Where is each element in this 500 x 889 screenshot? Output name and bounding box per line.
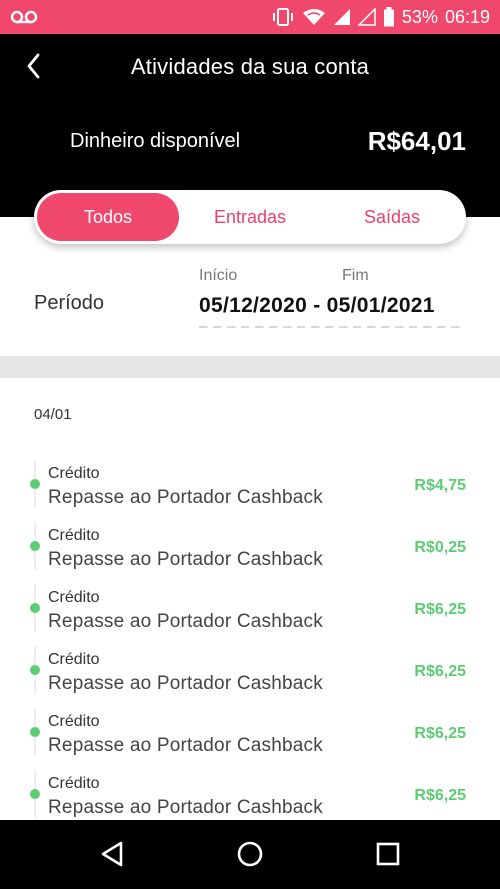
- signal-empty-icon: [357, 8, 376, 26]
- date-group-header: 04/01: [34, 406, 72, 423]
- transaction-item[interactable]: Crédito Repasse ao Portador Cashback R$0…: [0, 514, 500, 576]
- transaction-description: Repasse ao Portador Cashback: [48, 487, 323, 508]
- clock: 06:19: [444, 6, 490, 27]
- filter-tabs: Todos Entradas Saídas: [34, 190, 466, 244]
- square-recents-icon: [375, 841, 401, 872]
- period-underline: [199, 326, 463, 328]
- timeline-dot-icon: [30, 665, 40, 675]
- transaction-type: Crédito: [48, 651, 100, 668]
- back-button[interactable]: [14, 48, 54, 88]
- transaction-amount: R$0,25: [414, 539, 466, 556]
- balance-label: Dinheiro disponível: [70, 130, 241, 152]
- transaction-amount: R$4,75: [414, 477, 466, 494]
- timeline-dot-icon: [30, 603, 40, 613]
- period-date-range[interactable]: 05/12/2020 - 05/01/2021: [199, 294, 435, 318]
- transaction-type: Crédito: [48, 527, 100, 544]
- battery-icon: [383, 7, 395, 27]
- transaction-amount: R$6,25: [414, 663, 466, 680]
- system-nav-bar: [0, 820, 500, 889]
- voicemail-icon: [10, 9, 38, 25]
- timeline-dot-icon: [30, 479, 40, 489]
- transaction-amount: R$6,25: [414, 601, 466, 618]
- transaction-item[interactable]: Crédito Repasse ao Portador Cashback R$6…: [0, 576, 500, 638]
- circle-home-icon: [236, 840, 264, 873]
- status-bar: 53% 06:19: [0, 0, 500, 34]
- transaction-description: Repasse ao Portador Cashback: [48, 673, 323, 694]
- transaction-description: Repasse ao Portador Cashback: [48, 611, 323, 632]
- transaction-description: Repasse ao Portador Cashback: [48, 735, 323, 756]
- transaction-type: Crédito: [48, 775, 100, 792]
- signal-icon: [333, 8, 351, 26]
- timeline-dot-icon: [30, 789, 40, 799]
- wifi-icon: [302, 8, 326, 26]
- nav-recents-button[interactable]: [366, 834, 410, 878]
- transaction-amount: R$6,25: [414, 725, 466, 742]
- transaction-description: Repasse ao Portador Cashback: [48, 797, 323, 818]
- period-end-label: Fim: [342, 267, 369, 284]
- tab-entradas[interactable]: Entradas: [179, 193, 321, 241]
- chevron-left-icon: [24, 52, 44, 85]
- nav-home-button[interactable]: [228, 834, 272, 878]
- transaction-amount: R$6,25: [414, 787, 466, 804]
- period-label: Período: [34, 292, 105, 314]
- transaction-item[interactable]: Crédito Repasse ao Portador Cashback R$6…: [0, 638, 500, 700]
- triangle-back-icon: [99, 840, 125, 873]
- transaction-type: Crédito: [48, 589, 100, 606]
- section-divider: [0, 356, 500, 378]
- transaction-item[interactable]: Crédito Repasse ao Portador Cashback R$4…: [0, 452, 500, 514]
- transaction-item[interactable]: Crédito Repasse ao Portador Cashback R$6…: [0, 700, 500, 762]
- battery-percent: 53%: [401, 6, 438, 27]
- timeline-dot-icon: [30, 727, 40, 737]
- vibrate-icon: [271, 8, 295, 26]
- transaction-type: Crédito: [48, 713, 100, 730]
- tab-todos[interactable]: Todos: [37, 193, 179, 241]
- transaction-item[interactable]: Crédito Repasse ao Portador Cashback R$6…: [0, 762, 500, 820]
- transaction-description: Repasse ao Portador Cashback: [48, 549, 323, 570]
- tab-saidas[interactable]: Saídas: [321, 193, 463, 241]
- nav-back-button[interactable]: [90, 834, 134, 878]
- balance-value: R$64,01: [367, 126, 466, 156]
- transaction-type: Crédito: [48, 465, 100, 482]
- timeline-dot-icon: [30, 541, 40, 551]
- page-title: Atividades da sua conta: [130, 54, 370, 79]
- transaction-list[interactable]: Crédito Repasse ao Portador Cashback R$4…: [0, 452, 500, 820]
- period-start-label: Início: [199, 267, 238, 284]
